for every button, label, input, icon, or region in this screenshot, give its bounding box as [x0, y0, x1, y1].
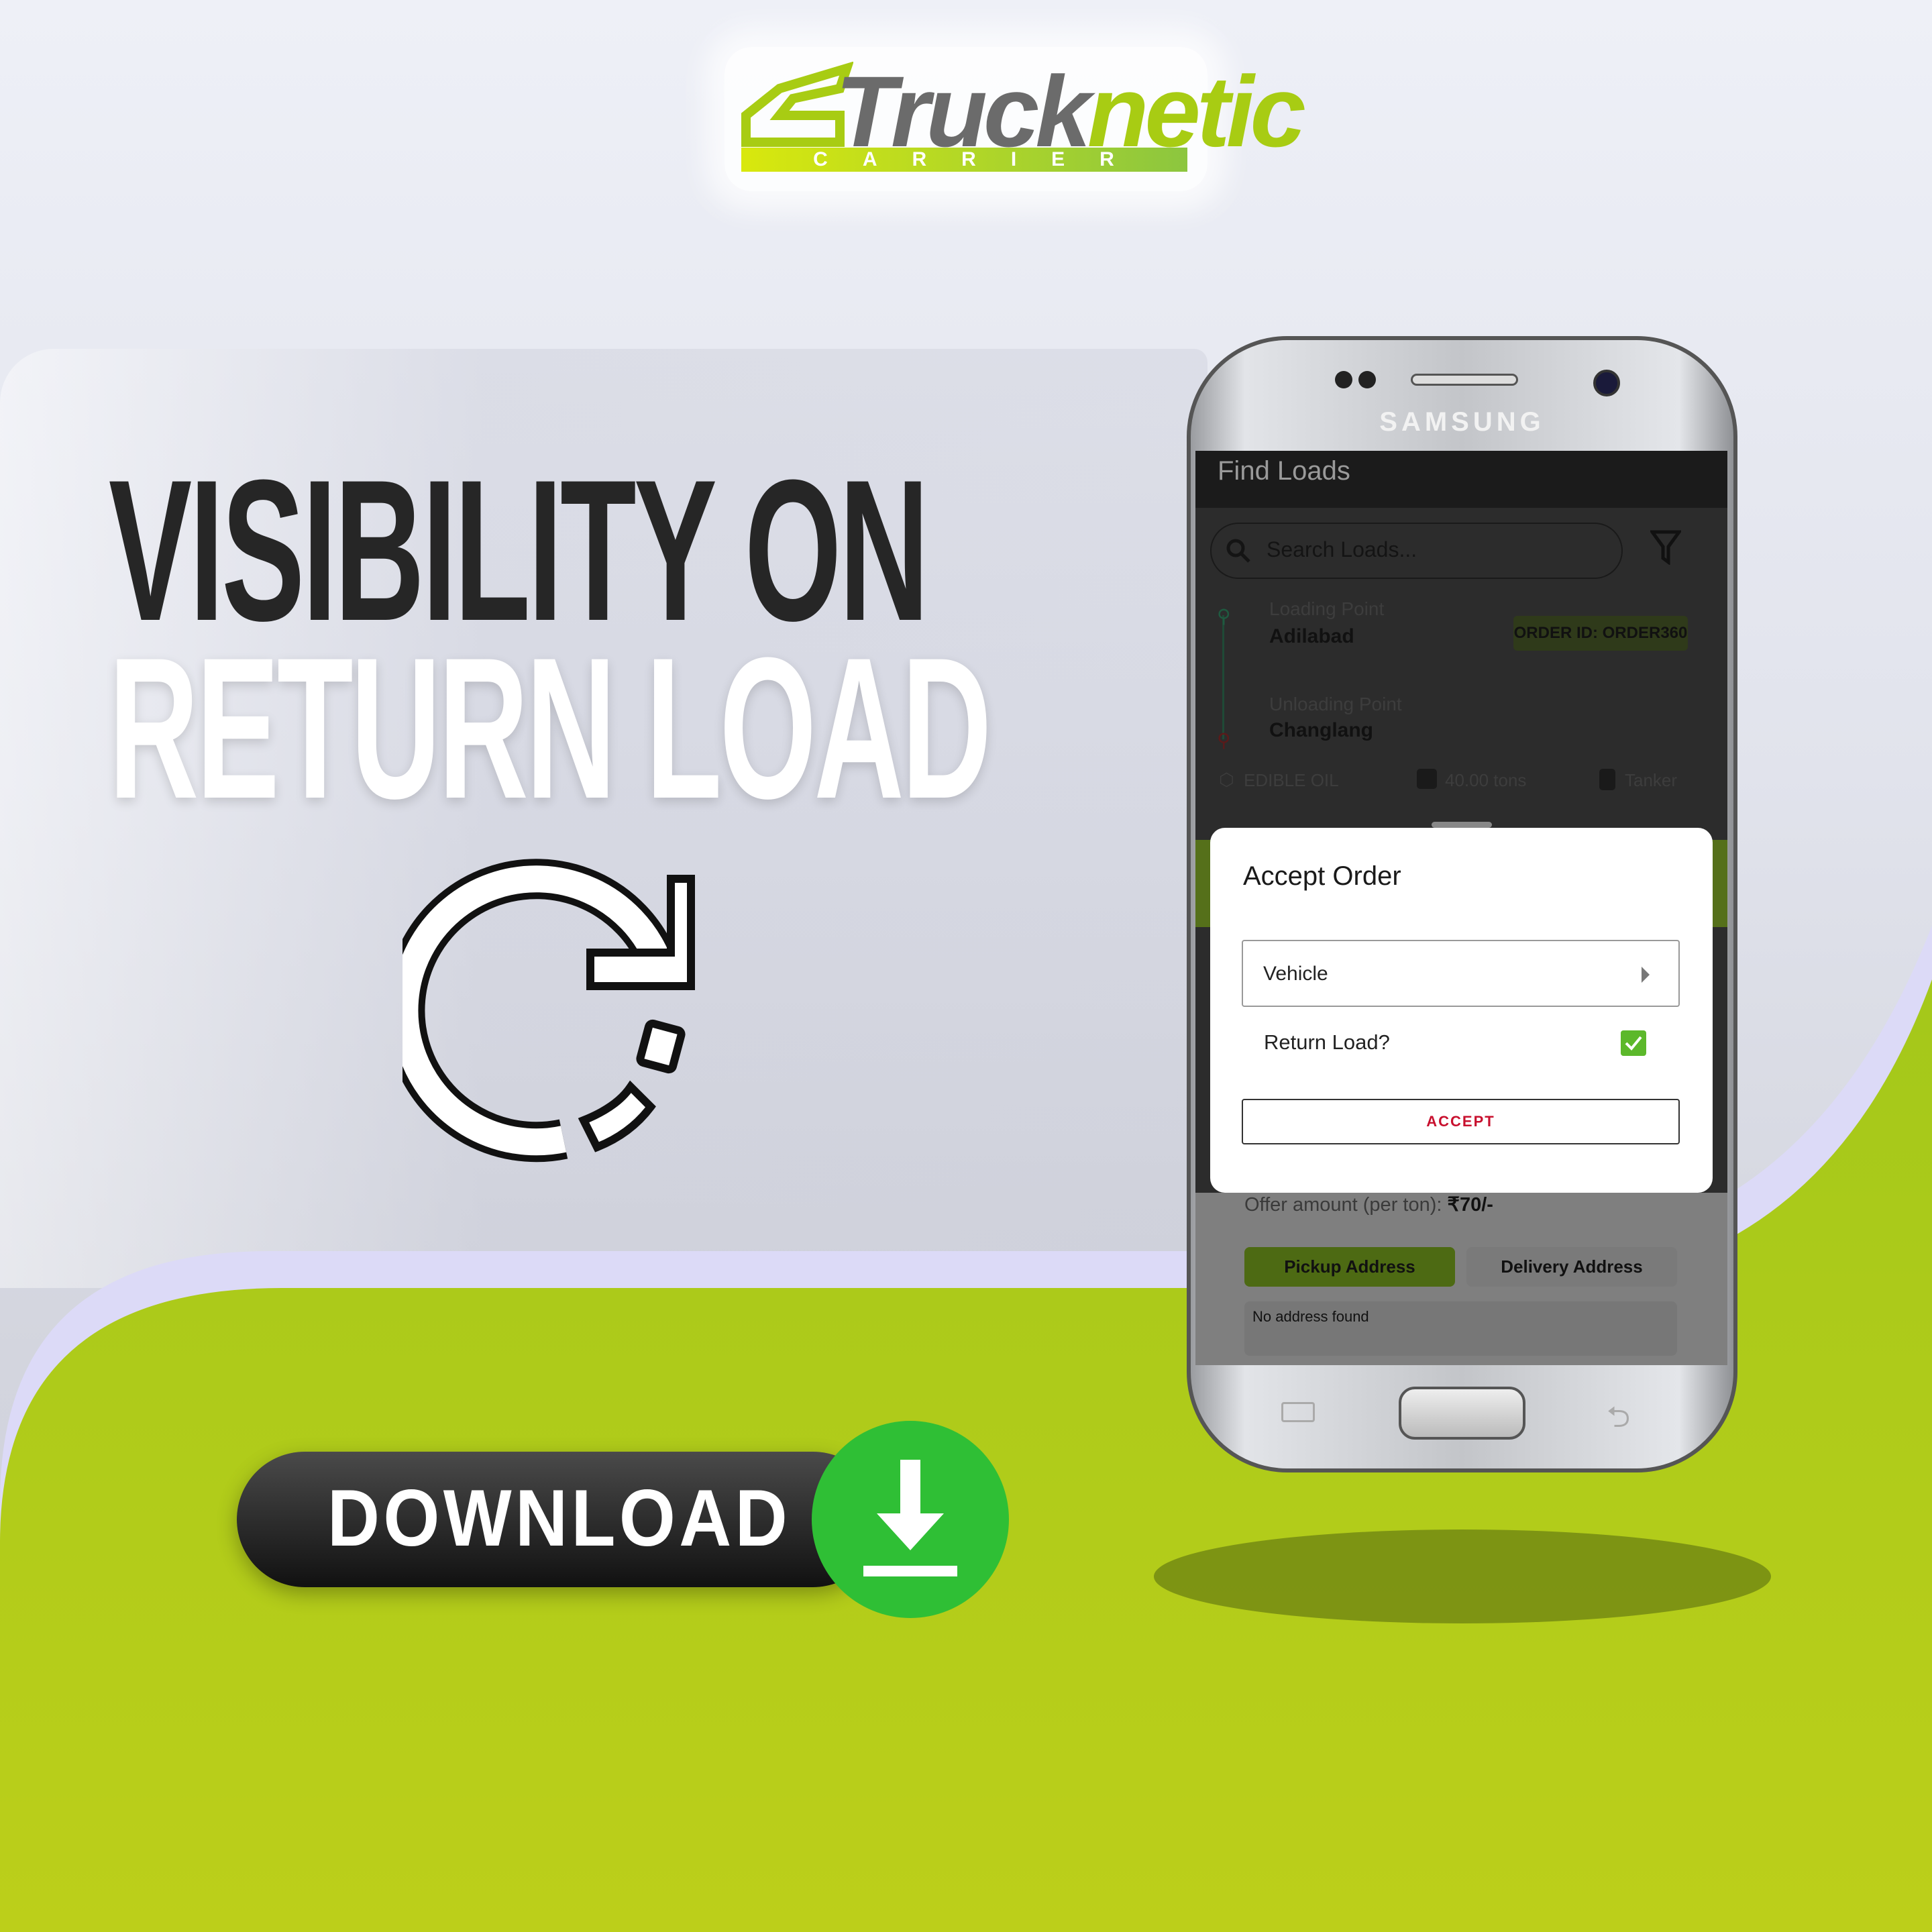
sensor-icon — [1358, 371, 1376, 388]
download-icon-button[interactable] — [812, 1421, 1009, 1618]
speaker-grille — [1411, 374, 1518, 386]
order-details-section: Offer amount (per ton): ₹70/- Pickup Add… — [1195, 1193, 1727, 1365]
home-button[interactable] — [1399, 1387, 1525, 1440]
sensor-icon — [1335, 371, 1352, 388]
offer-label: Offer amount (per ton): — [1244, 1194, 1448, 1216]
download-label: DOWNLOAD — [327, 1473, 792, 1563]
offer-value: ₹70/- — [1447, 1194, 1493, 1216]
phone-shadow — [1154, 1529, 1771, 1623]
phone-screen: Find Loads Search Loads... ⚲ ⚲ Loading P… — [1195, 451, 1727, 1365]
accept-button[interactable]: ACCEPT — [1242, 1099, 1680, 1144]
front-camera-icon — [1593, 370, 1620, 396]
return-load-checkbox[interactable] — [1621, 1030, 1646, 1056]
recent-apps-icon[interactable] — [1281, 1402, 1315, 1422]
tab-delivery-address[interactable]: Delivery Address — [1466, 1247, 1677, 1287]
chevron-right-icon — [1642, 967, 1650, 983]
download-button[interactable]: DOWNLOAD — [237, 1452, 881, 1587]
accept-order-dialog: Accept Order Vehicle Return Load? ACCEPT — [1210, 828, 1713, 1193]
dialog-title: Accept Order — [1243, 861, 1401, 891]
download-arrow-icon — [863, 1460, 957, 1576]
tab-pickup-address[interactable]: Pickup Address — [1244, 1247, 1455, 1287]
return-load-label: Return Load? — [1264, 1030, 1390, 1054]
back-icon[interactable]: ⮌ — [1607, 1395, 1630, 1446]
offer-amount: Offer amount (per ton): ₹70/- — [1244, 1193, 1493, 1216]
brand-subtitle: CARRIER — [741, 148, 1187, 172]
trucknetic-logo: Trucknetic CARRIER — [724, 47, 1306, 191]
vehicle-select[interactable]: Vehicle — [1242, 940, 1680, 1007]
address-empty-state: No address found — [1244, 1301, 1677, 1356]
headline-line2: RETURN LOAD — [109, 615, 991, 841]
phone-brand: SAMSUNG — [1379, 407, 1545, 437]
refresh-arrow-icon — [402, 859, 695, 1163]
vehicle-label: Vehicle — [1263, 963, 1328, 985]
checkmark-icon — [1625, 1036, 1642, 1051]
